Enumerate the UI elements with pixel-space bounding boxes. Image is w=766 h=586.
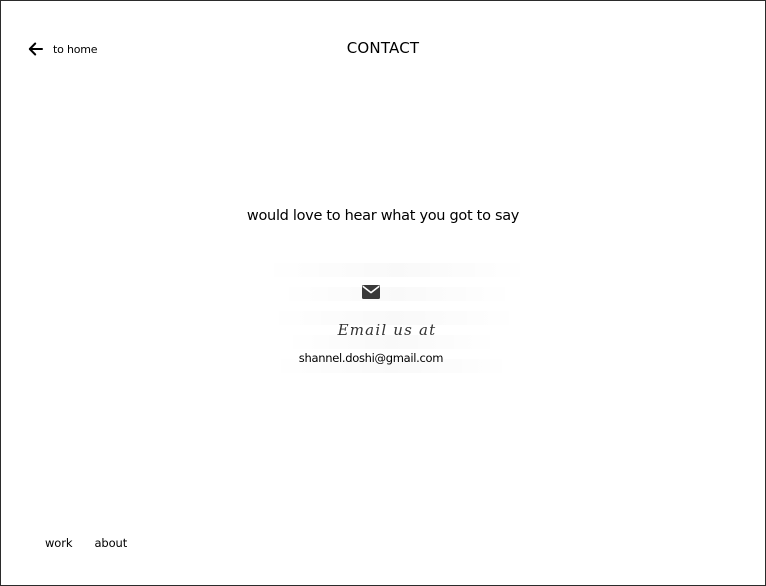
page-frame: to home CONTACT would love to hear what … [0,0,766,586]
contact-tagline: would love to hear what you got to say [246,208,520,224]
footer-link-work[interactable]: work [45,536,73,550]
email-address-link[interactable]: shannel.doshi@gmail.com [299,351,444,365]
envelope-icon [362,284,380,299]
footer-nav: work about [45,536,127,550]
email-heading: Email us at [337,321,437,339]
footer-link-about[interactable]: about [94,536,127,550]
page-title: CONTACT [346,39,420,57]
